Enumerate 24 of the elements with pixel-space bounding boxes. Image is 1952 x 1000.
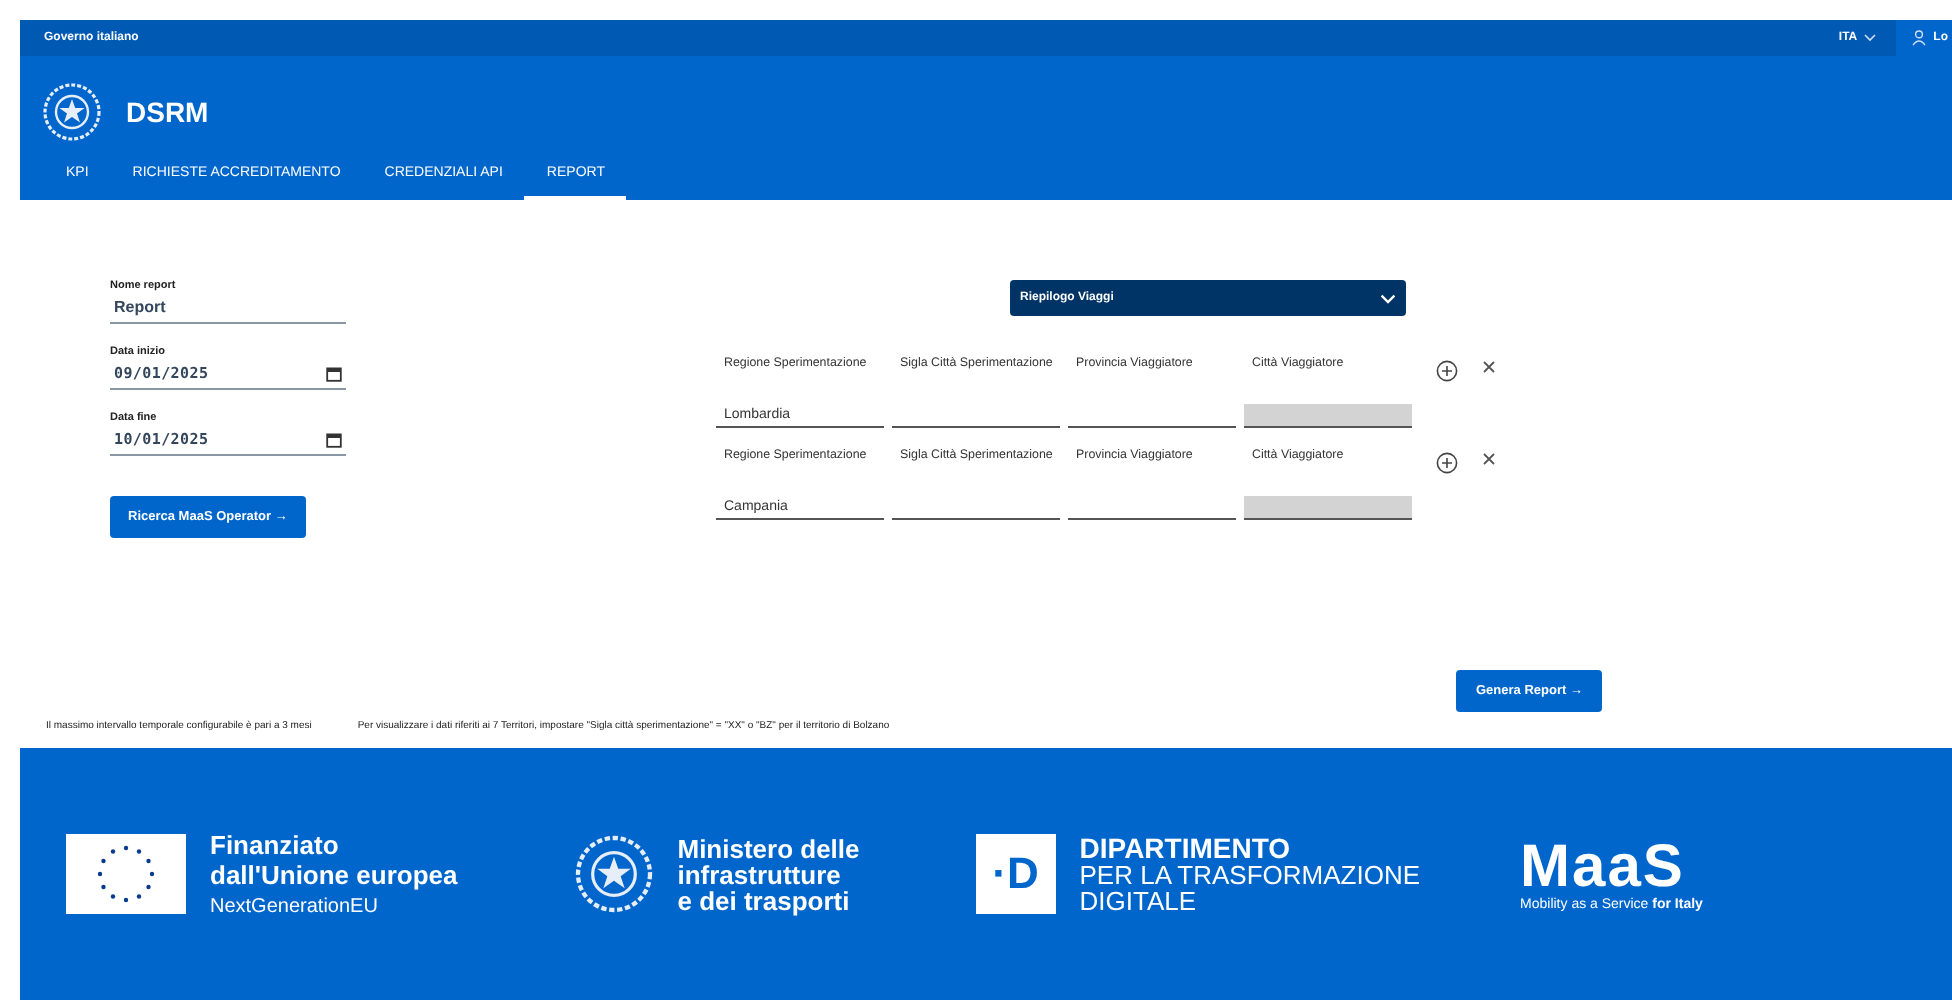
- department-logo: ·D: [975, 834, 1056, 914]
- program-text: NextGenerationEU: [210, 896, 380, 918]
- department-text: PER LA TRASFORMAZIONE: [1079, 862, 1421, 888]
- ministry-text: Ministero delle: [677, 835, 860, 861]
- emblem-icon: [573, 834, 654, 914]
- maas-logo: MaaS: [1520, 837, 1685, 897]
- close-icon[interactable]: [1482, 452, 1496, 466]
- funding-text: dall'Unione europea: [210, 860, 458, 890]
- ministry-text: infrastrutture: [677, 861, 843, 887]
- department-text: DIGITALE: [1079, 888, 1199, 914]
- app-title: DSRM: [126, 96, 209, 128]
- emblem-icon: [42, 82, 102, 142]
- department-title: DIPARTIMENTO: [1079, 834, 1293, 862]
- ministry-text: e dei trasporti: [677, 887, 852, 913]
- add-icon[interactable]: [1436, 360, 1458, 382]
- calendar-icon: [326, 365, 342, 381]
- close-icon[interactable]: [1482, 360, 1496, 374]
- flag-icon: [66, 834, 186, 914]
- chevron-icon: [1863, 34, 1876, 42]
- funding-text: Finanziato: [210, 830, 341, 860]
- calendar-icon: [326, 431, 342, 447]
- user-icon: [1911, 30, 1926, 46]
- add-icon[interactable]: [1436, 452, 1458, 474]
- chevron-icon: [1380, 293, 1396, 303]
